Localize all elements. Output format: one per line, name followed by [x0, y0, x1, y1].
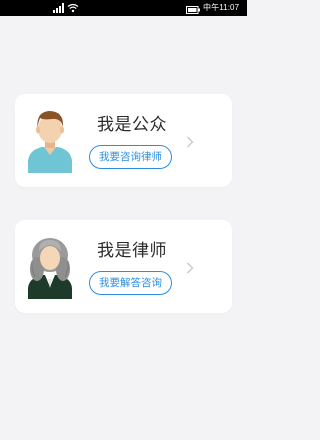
man-avatar-icon [25, 105, 75, 173]
judge-wig-avatar-icon [25, 231, 75, 299]
card-title: 我是律师 [97, 241, 167, 261]
chevron-right-icon [186, 262, 194, 274]
card-title: 我是公众 [97, 115, 167, 135]
signal-icon [52, 3, 66, 13]
status-bar: 中午11:07 [0, 0, 247, 16]
public-role-card[interactable]: 我是公众 我要咨询律师 [15, 94, 232, 187]
wifi-icon [67, 3, 79, 13]
chevron-right-icon [186, 136, 194, 148]
battery-icon [186, 4, 200, 14]
status-time: 中午11:07 [203, 3, 240, 12]
consult-lawyer-button[interactable]: 我要咨询律师 [89, 145, 172, 169]
answer-consultation-button[interactable]: 我要解答咨询 [89, 271, 172, 295]
lawyer-role-card[interactable]: 我是律师 我要解答咨询 [15, 220, 232, 313]
